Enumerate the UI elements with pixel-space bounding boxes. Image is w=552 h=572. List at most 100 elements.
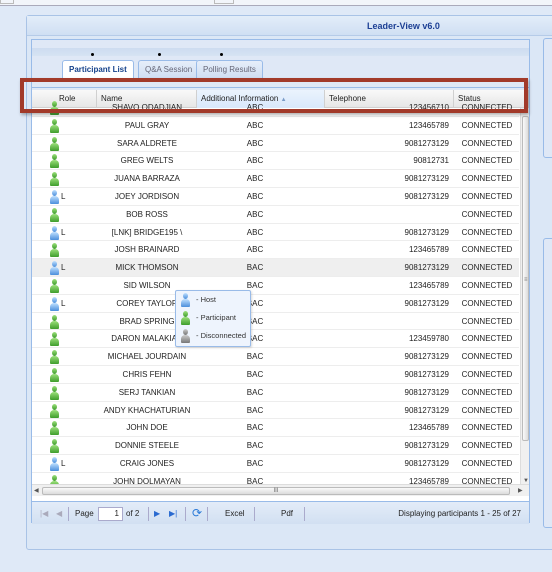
cell-name: SARA ALDRETE (116, 138, 178, 148)
cell-telephone: 123465789 (408, 245, 449, 255)
table-row[interactable]: ANDY KHACHATURIAN BAC 9081273129 CONNECT… (32, 402, 519, 420)
scrollbar-thumb[interactable]: III (42, 487, 510, 495)
table-row[interactable]: PAUL GRAY ABC 123465789 CONNECTED (32, 117, 519, 135)
cell-status: CONNECTED (461, 138, 513, 148)
cell-status: CONNECTED (461, 120, 513, 130)
participant-icon (50, 385, 59, 400)
cell-info: BAC (246, 441, 264, 451)
cell-telephone: 9081273129 (404, 263, 450, 273)
cell-name: ANDY KHACHATURIAN (103, 405, 191, 415)
table-row[interactable]: BOB ROSS ABC CONNECTED (32, 206, 519, 224)
legend-label: - Host (196, 295, 217, 304)
table-row[interactable]: BRAD SPRING BAC CONNECTED (32, 313, 519, 331)
side-panel (543, 38, 552, 158)
cell-status: CONNECTED (461, 352, 513, 362)
scrollbar-thumb[interactable]: ≡ (522, 116, 529, 441)
participant-icon (50, 207, 59, 222)
cell-telephone: 9081273129 (404, 458, 450, 468)
participant-icon (50, 332, 59, 347)
table-row[interactable]: DARON MALAKIAN BAC 123459780 CONNECTED (32, 330, 519, 349)
vertical-scrollbar[interactable]: ▲ ≡ ▼ (520, 108, 529, 484)
table-row[interactable]: CHRIS FEHN BAC 9081273129 CONNECTED (32, 366, 519, 384)
scroll-left-icon[interactable]: ◀ (34, 487, 39, 494)
participant-icon (181, 311, 190, 325)
top-control (214, 0, 234, 4)
last-page-icon[interactable]: ▶| (169, 509, 177, 518)
grip-icon: III (273, 488, 279, 494)
cell-info: ABC (246, 120, 264, 130)
table-row[interactable]: L MICK THOMSON BAC 9081273129 CONNECTED (32, 259, 519, 277)
cell-status: CONNECTED (461, 280, 513, 290)
table-row[interactable]: GREG WELTS ABC 90812731 CONNECTED (32, 152, 519, 171)
leader-flag: L (61, 263, 66, 273)
separator (254, 507, 255, 521)
table-row[interactable]: SARA ALDRETE ABC 9081273129 CONNECTED (32, 135, 519, 153)
refresh-icon[interactable]: ⟳ (192, 506, 202, 520)
participant-icon (50, 172, 59, 187)
cell-info: BAC (246, 405, 264, 415)
tab-polling-results[interactable]: Polling Results (196, 60, 263, 78)
table-row[interactable]: SERJ TANKIAN BAC 9081273129 CONNECTED (32, 384, 519, 402)
table-row[interactable]: L COREY TAYLOR BAC 9081273129 CONNECTED (32, 295, 519, 313)
cell-info: ABC (246, 156, 264, 166)
separator (304, 507, 305, 521)
cell-status: CONNECTED (461, 334, 513, 344)
cell-telephone: 123465789 (408, 280, 449, 290)
excel-button[interactable]: Excel (225, 509, 245, 518)
table-row[interactable]: MICHAEL JOURDAIN BAC 9081273129 CONNECTE… (32, 348, 519, 366)
cell-info: ABC (246, 245, 264, 255)
top-bar (0, 0, 552, 6)
leader-flag: L (61, 458, 66, 468)
table-row[interactable]: SID WILSON BAC 123465789 CONNECTED (32, 277, 519, 295)
page-label: Page (75, 509, 94, 518)
participant-icon (50, 403, 59, 418)
disconnected-icon (181, 329, 190, 343)
cell-telephone: 9081273129 (404, 369, 450, 379)
table-row[interactable]: JUANA BARRAZA ABC 9081273129 CONNECTED (32, 170, 519, 188)
cell-status: CONNECTED (461, 458, 513, 468)
cell-telephone: 9081273129 (404, 227, 450, 237)
role-legend-tooltip: - Host - Participant - Disconnected (175, 290, 251, 347)
tab-qa-session[interactable]: Q&A Session (138, 60, 200, 78)
separator (207, 507, 208, 521)
paging-toolbar: |◀ ◀ Page 1 of 2 ▶ ▶| ⟳ Excel Pdf Displa… (32, 501, 529, 524)
dot (158, 53, 161, 56)
table-row[interactable]: L [LNK] BRIDGE195 \ ABC 9081273129 CONNE… (32, 224, 519, 242)
separator (68, 507, 69, 521)
cell-name: SERJ TANKIAN (118, 387, 176, 397)
participant-icon (50, 136, 59, 151)
table-row[interactable]: DONNIE STEELE BAC 9081273129 CONNECTED (32, 437, 519, 455)
page-count: of 2 (126, 509, 140, 518)
participant-icon (50, 243, 59, 258)
cell-name: JOSH BRAINARD (114, 245, 180, 255)
cell-name: BOB ROSS (126, 209, 168, 219)
cell-telephone: 9081273129 (404, 441, 450, 451)
pdf-button[interactable]: Pdf (281, 509, 293, 518)
table-row[interactable]: L CRAIG JONES BAC 9081273129 CONNECTED (32, 455, 519, 473)
scroll-right-icon[interactable]: ▶ (518, 487, 523, 494)
cell-name: [LNK] BRIDGE195 \ (111, 227, 183, 237)
first-page-icon[interactable]: |◀ (40, 509, 48, 518)
cell-name: JOEY JORDISON (114, 191, 180, 201)
page-number-input[interactable]: 1 (98, 507, 123, 521)
leader-flag: L (61, 227, 66, 237)
cell-status: CONNECTED (461, 174, 513, 184)
cell-info: ABC (246, 227, 264, 237)
table-row[interactable]: JOHN DOE BAC 123465789 CONNECTED (32, 419, 519, 438)
separator (185, 507, 186, 521)
table-row[interactable]: L JOEY JORDISON ABC 9081273129 CONNECTED (32, 188, 519, 206)
prev-page-icon[interactable]: ◀ (56, 509, 62, 518)
cell-telephone: 9081273129 (404, 387, 450, 397)
horizontal-scrollbar[interactable]: ◀ III ▶ (32, 484, 529, 496)
display-info: Displaying participants 1 - 25 of 27 (398, 509, 521, 518)
legend-item-participant: - Participant (176, 309, 250, 327)
legend-label: - Participant (196, 313, 237, 322)
cell-status: CONNECTED (461, 156, 513, 166)
table-row[interactable]: JOSH BRAINARD ABC 123465789 CONNECTED (32, 241, 519, 260)
cell-info: BAC (246, 352, 264, 362)
leader-flag: L (61, 298, 66, 308)
next-page-icon[interactable]: ▶ (154, 509, 160, 518)
tab-participant-list[interactable]: Participant List (62, 60, 134, 79)
cell-name: PAUL GRAY (124, 120, 170, 130)
cell-status: CONNECTED (461, 405, 513, 415)
